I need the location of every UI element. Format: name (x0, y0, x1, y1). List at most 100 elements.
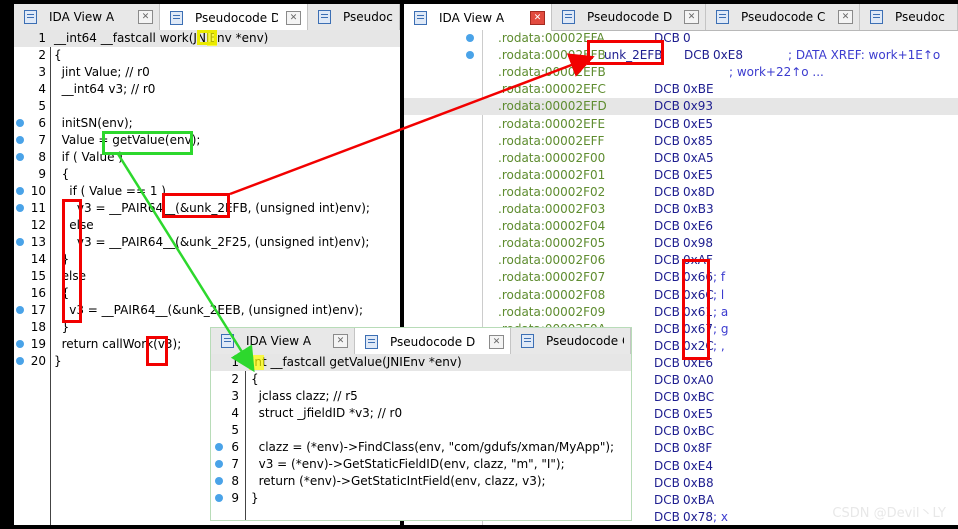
code-line[interactable]: 5 (211, 422, 631, 439)
close-icon[interactable]: ✕ (530, 10, 545, 25)
disasm-operand[interactable]: 0x78 (683, 509, 713, 525)
tab-ida-view-a[interactable]: IDA View A ✕ (14, 4, 160, 30)
disasm-row[interactable]: .rodata:00002F03 DCB 0xB3 (404, 201, 958, 218)
tab-pseudoc[interactable]: Pseudoc (308, 4, 400, 30)
disasm-row[interactable]: .rodata:00002F00 DCB 0xA5 (404, 150, 958, 167)
close-icon[interactable]: ✕ (838, 10, 853, 24)
code-line[interactable]: 1 int __fastcall getValue(JNIEnv *env) (211, 354, 631, 371)
tab-pseudoc[interactable]: Pseudoc (860, 4, 958, 30)
code-line[interactable]: 7 Value = getValue(env); (14, 132, 400, 149)
disasm-row[interactable]: .rodata:00002F05 DCB 0x98 (404, 235, 958, 252)
disasm-address: .rodata:00002F06 (498, 253, 606, 268)
code-line[interactable]: 5 (14, 98, 400, 115)
tab-pseudocode-c[interactable]: Pseudocode C ✕ (706, 4, 860, 30)
disasm-row[interactable]: .rodata:00002F08 DCB 0x6C; l (404, 287, 958, 304)
disasm-operand[interactable]: 0xB8 (683, 475, 714, 492)
disasm-operand[interactable]: 0xBC (683, 423, 714, 440)
disasm-comment: ; x (713, 509, 728, 524)
code-line[interactable]: 2 { (211, 371, 631, 388)
disasm-mnemonic: DCB (654, 253, 680, 268)
popup-code-view[interactable]: 1 int __fastcall getValue(JNIEnv *env) 2… (211, 354, 631, 520)
disasm-operand[interactable]: 0xBE (683, 81, 714, 98)
disasm-row[interactable]: .rodata:00002EFB ; work+22↑o ... (404, 64, 958, 81)
code-line[interactable]: 4 struct _jfieldID *v3; // r0 (211, 405, 631, 422)
disasm-operand[interactable]: 0x93 (683, 98, 713, 115)
breakpoint-dot-icon[interactable] (16, 119, 24, 127)
tab-pseudocode-d[interactable]: Pseudocode D ✕ (355, 328, 511, 355)
disasm-operand[interactable]: 0x8D (683, 184, 715, 201)
annotation-box-v3-column (62, 199, 82, 323)
breakpoint-dot-icon[interactable] (16, 153, 24, 161)
disasm-operand[interactable]: 0xE6 (683, 218, 713, 235)
line-number: 1 (38, 31, 46, 45)
disasm-operand[interactable]: 0x8F (683, 440, 712, 457)
left-tab-bar: IDA View A ✕ Pseudocode D ✕ Pseudoc (14, 4, 400, 31)
disasm-operand[interactable]: 0xE5 (683, 167, 713, 184)
line-number: 7 (38, 133, 46, 147)
close-icon[interactable]: ✕ (684, 10, 699, 24)
disasm-operand[interactable]: 0xE5 (683, 116, 713, 133)
disasm-comment: ; f (713, 270, 726, 285)
code-line[interactable]: 3 jclass clazz; // r5 (211, 388, 631, 405)
line-number: 19 (30, 337, 46, 351)
disasm-row[interactable]: .rodata:00002F01 DCB 0xE5 (404, 167, 958, 184)
tab-pseudocode-d[interactable]: Pseudocode D ✕ (160, 4, 308, 31)
disasm-operand[interactable]: 0xBC (683, 389, 714, 406)
disasm-row[interactable]: .rodata:00002F07 DCB 0x66; f (404, 269, 958, 286)
xref-dot-icon[interactable] (466, 34, 474, 42)
tab-pseudocode-c[interactable]: Pseudocode C (511, 328, 631, 354)
disasm-row[interactable]: .rodata:00002F06 DCB 0xAF (404, 252, 958, 269)
breakpoint-dot-icon[interactable] (16, 340, 24, 348)
line-number: 2 (38, 48, 46, 62)
breakpoint-dot-icon[interactable] (16, 306, 24, 314)
code-line[interactable]: 6 clazz = (*env)->FindClass(env, "com/gd… (211, 439, 631, 456)
code-line[interactable]: 3 jint Value; // r0 (14, 64, 400, 81)
line-number: 12 (30, 218, 46, 232)
code-line[interactable]: 6 initSN(env); (14, 115, 400, 132)
line-number: 10 (30, 184, 46, 198)
code-line[interactable]: 8 return (*env)->GetStaticIntField(env, … (211, 473, 631, 490)
close-icon[interactable]: ✕ (489, 334, 504, 349)
code-line[interactable]: 9 } (211, 490, 631, 507)
disasm-operand[interactable]: 0xE5 (683, 406, 713, 423)
disasm-row[interactable]: .rodata:00002EFA DCB 0 (404, 30, 958, 47)
close-icon[interactable]: ✕ (138, 10, 153, 24)
disasm-row[interactable]: .rodata:00002F04 DCB 0xE6 (404, 218, 958, 235)
disasm-row[interactable]: .rodata:00002EFB unk_2EFB DCB 0xE8; DATA XR… (404, 47, 958, 64)
tab-ida-view-a[interactable]: IDA View A ✕ (211, 328, 355, 354)
code-text: if ( Value == 1 ) (54, 184, 166, 198)
tab-ida-view-a[interactable]: IDA View A ✕ (404, 4, 552, 31)
disasm-row[interactable]: .rodata:00002EFD DCB 0x93 (404, 98, 958, 116)
disasm-operand[interactable]: 0x98 (683, 235, 713, 252)
disasm-operand[interactable]: 0x85 (683, 133, 713, 150)
line-number: 2 (231, 372, 239, 386)
close-icon[interactable]: ✕ (286, 10, 301, 25)
tab-pseudocode-d[interactable]: Pseudocode D ✕ (552, 4, 706, 30)
breakpoint-dot-icon[interactable] (16, 136, 24, 144)
xref-dot-icon[interactable] (466, 51, 474, 60)
disasm-row[interactable]: .rodata:00002EFF DCB 0x85 (404, 133, 958, 150)
disasm-row[interactable]: .rodata:00002F09 DCB 0x61; a (404, 304, 958, 321)
breakpoint-dot-icon[interactable] (16, 187, 24, 195)
disasm-row[interactable]: .rodata:00002EFC DCB 0xBE (404, 81, 958, 98)
breakpoint-dot-icon[interactable] (16, 204, 24, 212)
disasm-row[interactable]: .rodata:00002F02 DCB 0x8D (404, 184, 958, 201)
disasm-mnemonic: DCB (654, 184, 680, 199)
disasm-mnemonic: DCB (654, 82, 680, 97)
code-line[interactable]: 4 __int64 v3; // r0 (14, 81, 400, 98)
disasm-row[interactable]: .rodata:00002EFE DCB 0xE5 (404, 116, 958, 133)
disasm-operand[interactable]: 0xBA (683, 492, 714, 509)
close-icon[interactable]: ✕ (333, 334, 348, 348)
disasm-operand[interactable]: 0 (683, 30, 691, 47)
disasm-operand[interactable]: 0xB3 (683, 201, 714, 218)
breakpoint-dot-icon[interactable] (16, 238, 24, 246)
disasm-operand[interactable]: 0xA0 (683, 372, 714, 389)
breakpoint-dot-icon[interactable] (16, 357, 24, 365)
code-line[interactable]: 9 { (14, 166, 400, 183)
disasm-operand[interactable]: 0xA5 (683, 150, 714, 167)
code-line[interactable]: 2 { (14, 47, 400, 64)
code-line[interactable]: 8 if ( Value ) (14, 149, 400, 166)
disasm-operand[interactable]: 0xE8 (713, 47, 743, 64)
code-line[interactable]: 7 v3 = (*env)->GetStaticFieldID(env, cla… (211, 456, 631, 473)
disasm-operand[interactable]: 0xE4 (683, 458, 713, 475)
